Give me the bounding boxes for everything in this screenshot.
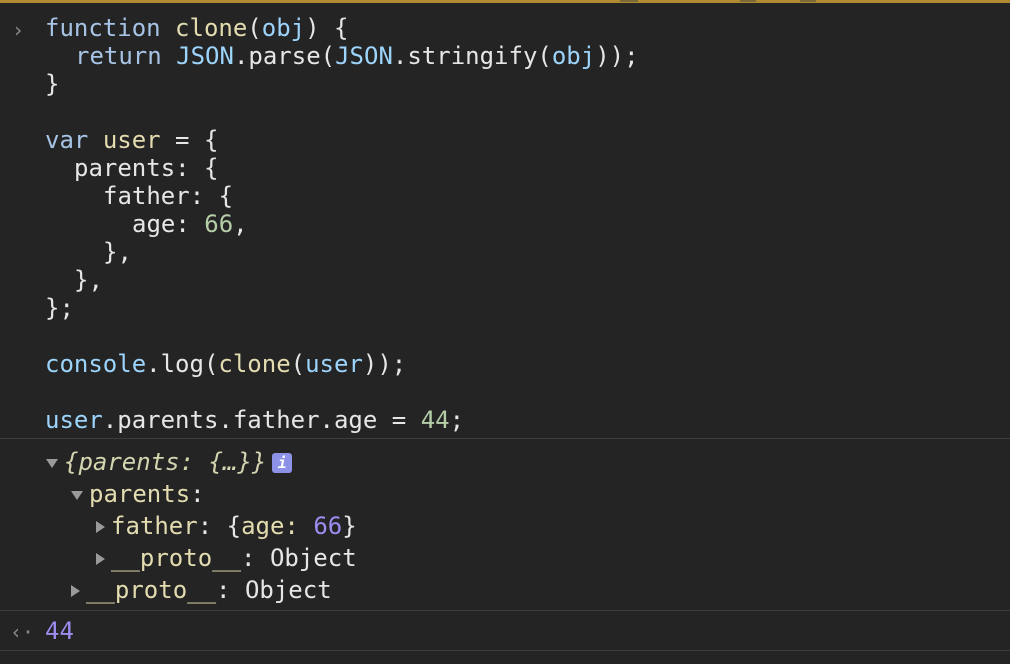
colon: : (190, 480, 205, 508)
function-name: clone (175, 14, 248, 42)
semicolon: ; (449, 406, 465, 434)
separator (0, 610, 1010, 611)
code-line-10: }, (74, 266, 103, 294)
age-key: age: (132, 210, 205, 238)
age-key: age: (241, 512, 314, 540)
brace: ) { (305, 14, 349, 42)
code-line-9: }, (103, 238, 132, 266)
param: obj (261, 14, 306, 42)
close-log: )); (362, 350, 407, 378)
console-ref: console (45, 350, 147, 378)
father-row[interactable]: father: {age: 66} (96, 511, 357, 541)
parents-row[interactable]: parents: (71, 479, 205, 509)
brace: : { (197, 512, 242, 540)
obj-arg: obj (551, 42, 596, 70)
triangle-right-icon[interactable] (71, 585, 80, 597)
code-line-7: father: { (103, 182, 234, 210)
paren: ( (247, 14, 262, 42)
function-keyword: function (45, 14, 161, 42)
triangle-right-icon[interactable] (96, 553, 105, 565)
assign: = (377, 406, 421, 434)
return-value: 44 (45, 617, 74, 645)
property-chain: .parents.father.age (102, 406, 378, 434)
var-keyword: var (45, 126, 89, 154)
colon: : (216, 576, 245, 604)
info-badge-icon[interactable]: i (272, 453, 293, 473)
age-value: 66 (204, 210, 234, 238)
user-arg: user (305, 350, 363, 378)
var-name: user (102, 126, 161, 154)
code-line-15: user.parents.father.age = 44; (45, 406, 464, 434)
top-border (0, 0, 1010, 3)
comma: , (233, 210, 248, 238)
paren: ( (290, 350, 306, 378)
triangle-right-icon[interactable] (96, 521, 105, 533)
log-call: .log( (146, 350, 219, 378)
code-line-13: console.log(clone(user)); (45, 350, 406, 378)
assign: = { (160, 126, 219, 154)
code-line-6: parents: { (74, 154, 219, 182)
close-calls: )); (595, 42, 639, 70)
code-line-1: function clone(obj) { (45, 14, 348, 42)
proto-row-inner[interactable]: __proto__: Object (96, 543, 357, 573)
prompt-chevron-icon: › (12, 18, 25, 42)
triangle-down-icon[interactable] (46, 458, 58, 468)
object-summary-row[interactable]: {parents: {…}} i (46, 447, 293, 477)
clone-call: clone (218, 350, 291, 378)
triangle-down-icon[interactable] (71, 490, 83, 500)
devtools-console: › function clone(obj) { return JSON.pars… (0, 0, 1010, 664)
father-key: father (111, 512, 198, 540)
code-line-2: return JSON.parse(JSON.stringify(obj)); (75, 42, 639, 70)
brace: } (342, 512, 357, 540)
code-line-3: } (45, 70, 60, 98)
return-keyword: return (75, 42, 162, 70)
parse-call: .parse( (233, 42, 336, 70)
proto-key: __proto__ (86, 576, 217, 604)
new-age-value: 44 (420, 406, 450, 434)
proto-row-outer[interactable]: __proto__: Object (71, 575, 332, 605)
return-arrow-icon: ‹· (10, 620, 35, 644)
code-line-11: }; (45, 294, 74, 322)
separator (0, 650, 1010, 651)
object-summary: {parents: {…}} (64, 448, 267, 476)
code-line-8: age: 66, (132, 210, 248, 238)
user-ref: user (45, 406, 103, 434)
proto-type: Object (244, 576, 332, 604)
stringify-call: .stringify( (392, 42, 552, 70)
parents-key: parents (89, 480, 191, 508)
proto-type: Object (269, 544, 357, 572)
json-ref: JSON (176, 42, 234, 70)
age-value: 66 (313, 512, 343, 540)
json-ref: JSON (335, 42, 393, 70)
separator (0, 438, 1010, 439)
proto-key: __proto__ (111, 544, 242, 572)
code-line-5: var user = { (45, 126, 218, 154)
colon: : (241, 544, 270, 572)
